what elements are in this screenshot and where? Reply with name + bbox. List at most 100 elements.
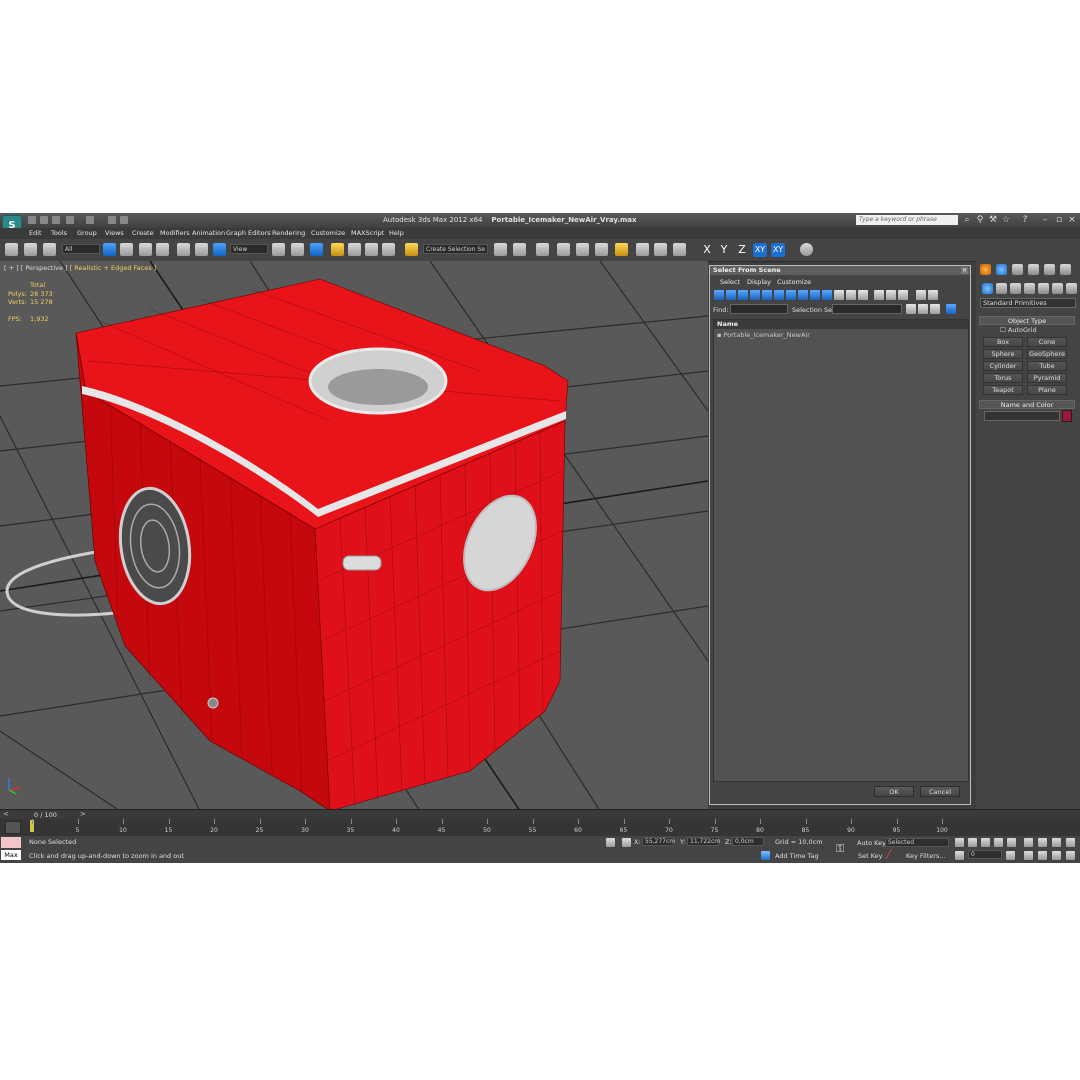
display-shapes-icon[interactable] bbox=[726, 290, 736, 300]
shapes-category-icon[interactable] bbox=[996, 283, 1007, 294]
viewport-point-of-view-menu[interactable]: [ Perspective ] bbox=[21, 264, 68, 272]
space-warps-category-icon[interactable] bbox=[1052, 283, 1063, 294]
dialog-menu-customize[interactable]: Customize bbox=[777, 278, 811, 286]
named-selection-set-dropdown[interactable]: Create Selection Se bbox=[423, 244, 488, 254]
menu-create[interactable]: Create bbox=[132, 229, 154, 237]
select-manipulate-icon[interactable] bbox=[291, 243, 304, 256]
save-file-icon[interactable] bbox=[52, 216, 60, 224]
unlink-icon[interactable] bbox=[24, 243, 37, 256]
geometry-category-icon[interactable] bbox=[982, 283, 993, 294]
menu-customize[interactable]: Customize bbox=[311, 229, 345, 237]
tube-button[interactable]: Tube bbox=[1027, 361, 1067, 371]
rectangular-selection-icon[interactable] bbox=[139, 243, 152, 256]
sphere-button[interactable]: Sphere bbox=[983, 349, 1023, 359]
pivot-center-icon[interactable] bbox=[272, 243, 285, 256]
scene-object-list[interactable]: Name ▪ Portable_Icemaker_NewAir bbox=[713, 319, 969, 782]
cylinder-button[interactable]: Cylinder bbox=[983, 361, 1023, 371]
graphite-ribbon-icon[interactable] bbox=[557, 243, 570, 256]
next-frame-icon[interactable] bbox=[994, 838, 1003, 847]
undo-icon[interactable] bbox=[66, 216, 74, 224]
torus-button[interactable]: Torus bbox=[983, 373, 1023, 383]
maximize-icon[interactable]: ▫ bbox=[1054, 215, 1064, 225]
previous-frame-icon[interactable] bbox=[968, 838, 977, 847]
menu-graph-editors[interactable]: Graph Editors bbox=[226, 229, 271, 237]
hierarchy-tab-icon[interactable] bbox=[1012, 264, 1023, 275]
set-keys-icon[interactable]: ╱ bbox=[886, 850, 891, 860]
spinner-snap-icon[interactable] bbox=[382, 243, 395, 256]
axis-xy-plane-button[interactable]: XY bbox=[771, 243, 785, 257]
set-key-button[interactable]: Set Key bbox=[858, 852, 883, 860]
y-coord-field[interactable]: 11,722cm bbox=[687, 837, 720, 846]
filter-options-icon[interactable] bbox=[928, 290, 938, 300]
ok-button[interactable]: OK bbox=[874, 786, 914, 797]
display-groups-icon[interactable] bbox=[786, 290, 796, 300]
key-mode-dropdown[interactable]: Selected bbox=[885, 838, 949, 847]
display-space-warps-icon[interactable] bbox=[774, 290, 784, 300]
binoculars-icon[interactable]: ⚲ bbox=[975, 215, 985, 225]
redo-icon[interactable] bbox=[86, 216, 94, 224]
menu-rendering[interactable]: Rendering bbox=[272, 229, 305, 237]
cone-button[interactable]: Cone bbox=[1027, 337, 1067, 347]
viewport-general-menu[interactable]: [ + ] bbox=[4, 264, 19, 272]
helpers-category-icon[interactable] bbox=[1038, 283, 1049, 294]
zoom-extents-all-icon[interactable] bbox=[1066, 838, 1075, 847]
close-icon[interactable]: × bbox=[1067, 215, 1077, 225]
display-cameras-icon[interactable] bbox=[750, 290, 760, 300]
display-lights-icon[interactable] bbox=[738, 290, 748, 300]
track-bar[interactable]: 5 10 15 20 25 30 35 40 45 50 55 60 65 70 75 80 85 90 95 100 bbox=[0, 819, 1080, 836]
mirror-icon[interactable] bbox=[494, 243, 507, 256]
primitive-category-dropdown[interactable]: Standard Primitives bbox=[980, 298, 1076, 308]
maxscript-listener-indicator[interactable] bbox=[1, 837, 21, 848]
create-tab-icon[interactable] bbox=[980, 264, 991, 275]
axis-xy-button[interactable]: XY bbox=[753, 243, 767, 257]
snaps-toggle-icon[interactable] bbox=[331, 243, 344, 256]
object-name-input[interactable] bbox=[984, 411, 1060, 421]
display-influences-icon[interactable] bbox=[946, 304, 956, 314]
object-color-swatch[interactable] bbox=[1062, 410, 1072, 422]
list-item[interactable]: ▪ Portable_Icemaker_NewAir bbox=[717, 331, 810, 339]
display-xrefs-icon[interactable] bbox=[798, 290, 808, 300]
menu-views[interactable]: Views bbox=[105, 229, 124, 237]
edit-named-selection-icon[interactable] bbox=[405, 243, 418, 256]
axis-y-button[interactable]: Y bbox=[717, 243, 731, 257]
zoom-icon[interactable] bbox=[1024, 838, 1033, 847]
viewport-label[interactable]: [ + ] [ Perspective ] [ Realistic + Edge… bbox=[4, 264, 156, 272]
time-configuration-icon[interactable] bbox=[1006, 851, 1015, 860]
maximize-viewport-icon[interactable] bbox=[1066, 851, 1075, 860]
name-and-color-rollout[interactable]: Name and Color bbox=[979, 400, 1075, 409]
display-frozen-icon[interactable] bbox=[834, 290, 844, 300]
axis-z-button[interactable]: Z bbox=[735, 243, 749, 257]
column-header-name[interactable]: Name bbox=[714, 320, 968, 329]
cancel-button[interactable]: Cancel bbox=[920, 786, 960, 797]
axis-x-button[interactable]: X bbox=[700, 243, 714, 257]
object-type-rollout[interactable]: Object Type bbox=[979, 316, 1075, 325]
motion-tab-icon[interactable] bbox=[1028, 264, 1039, 275]
render-setup-icon[interactable] bbox=[636, 243, 649, 256]
utilities-tab-icon[interactable] bbox=[1060, 264, 1071, 275]
move-icon[interactable] bbox=[177, 243, 190, 256]
menu-animation[interactable]: Animation bbox=[192, 229, 225, 237]
z-coord-field[interactable]: 0,0cm bbox=[732, 837, 764, 846]
new-file-icon[interactable] bbox=[28, 216, 36, 224]
key-filters-button[interactable]: Key Filters... bbox=[906, 852, 946, 860]
reference-coordinate-dropdown[interactable]: View bbox=[230, 244, 268, 254]
orbit-icon[interactable] bbox=[1052, 851, 1061, 860]
select-none-icon[interactable] bbox=[886, 290, 896, 300]
display-children-icon[interactable] bbox=[930, 304, 940, 314]
search-input[interactable]: Type a keyword or phrase bbox=[856, 215, 958, 225]
layer-manager-icon[interactable] bbox=[536, 243, 549, 256]
viewport-shading-menu[interactable]: [ Realistic + Edged Faces ] bbox=[70, 264, 157, 272]
schematic-view-icon[interactable] bbox=[595, 243, 608, 256]
maxscript-mini-listener[interactable]: Max bbox=[1, 850, 21, 860]
display-tab-icon[interactable] bbox=[1044, 264, 1055, 275]
pyramid-button[interactable]: Pyramid bbox=[1027, 373, 1067, 383]
select-object-icon[interactable] bbox=[103, 243, 116, 256]
auto-key-button[interactable]: Auto Key bbox=[857, 839, 886, 847]
display-helpers-icon[interactable] bbox=[762, 290, 772, 300]
perspective-viewport[interactable]: [ + ] [ Perspective ] [ Realistic + Edge… bbox=[0, 261, 708, 811]
menu-modifiers[interactable]: Modifiers bbox=[160, 229, 190, 237]
hold-icon[interactable] bbox=[108, 216, 116, 224]
key-mode-toggle-icon[interactable] bbox=[955, 851, 964, 860]
display-containers-icon[interactable] bbox=[822, 290, 832, 300]
menu-maxscript[interactable]: MAXScript bbox=[351, 229, 384, 237]
